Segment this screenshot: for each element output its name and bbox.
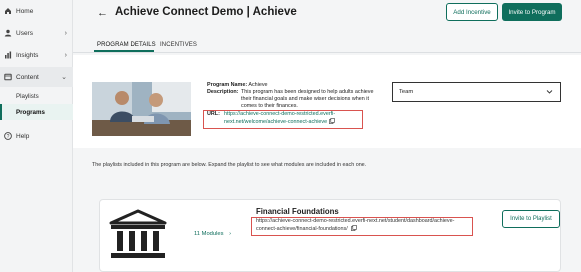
sidebar-item-users[interactable]: Users › <box>0 23 73 43</box>
playlist-url-container: https://achieve-connect-demo-restricted.… <box>256 218 470 234</box>
add-incentive-button[interactable]: Add Incentive <box>446 3 498 21</box>
sidebar-item-label: Insights <box>16 51 39 59</box>
sidebar-item-help[interactable]: ? Help <box>0 126 73 146</box>
sidebar-subitem-programs[interactable]: Programs <box>0 104 73 120</box>
sidebar-item-content[interactable]: Content ⌄ <box>0 67 73 87</box>
program-url-container: https://achieve-connect-demo-restricted.… <box>224 111 364 127</box>
insights-icon <box>4 51 12 59</box>
sidebar-item-label: Users <box>16 29 33 37</box>
bank-icon <box>107 209 169 261</box>
program-name-value: Achieve <box>248 82 268 88</box>
program-url-link[interactable]: https://achieve-connect-demo-restricted.… <box>224 111 335 125</box>
chevron-down-icon <box>546 88 553 97</box>
sidebar-item-label: Help <box>16 132 30 140</box>
program-description-label: Description: <box>207 89 239 95</box>
playlist-title: Financial Foundations <box>256 207 339 216</box>
modules-count: 11 Modules <box>194 231 224 237</box>
tab-program-details[interactable]: PROGRAM DETAILS <box>97 42 156 48</box>
home-icon <box>4 7 12 15</box>
sidebar-item-label: Home <box>16 7 34 15</box>
chevron-right-icon: › <box>64 51 67 59</box>
help-icon: ? <box>4 132 12 140</box>
copy-icon[interactable] <box>350 225 357 234</box>
divider <box>73 52 581 53</box>
program-name: Program Name: Achieve <box>207 82 268 89</box>
program-description-value: This program has been designed to help a… <box>241 89 374 109</box>
page-title: Achieve Connect Demo | Achieve <box>115 6 297 18</box>
chevron-down-icon: ⌄ <box>61 74 67 81</box>
sidebar: Home Users › Insights › Content ⌄ Playli… <box>0 0 73 272</box>
audience-select[interactable]: Team <box>392 82 561 102</box>
users-icon <box>4 29 12 37</box>
invite-to-program-button[interactable]: Invite to Program <box>502 3 562 21</box>
back-arrow-icon[interactable]: ← <box>97 7 108 19</box>
chevron-right-icon: › <box>64 29 67 37</box>
sidebar-item-label: Content <box>16 73 39 81</box>
audience-select-value: Team <box>399 89 414 95</box>
tab-incentives[interactable]: INCENTIVES <box>160 42 197 48</box>
program-url-label: URL: <box>207 111 220 117</box>
invite-to-playlist-button[interactable]: Invite to Playlist <box>502 210 560 228</box>
program-name-label: Program Name: <box>207 82 248 88</box>
sidebar-subitem-playlists[interactable]: Playlists <box>0 88 73 104</box>
sidebar-item-home[interactable]: Home <box>0 1 73 21</box>
program-photo <box>92 82 191 136</box>
modules-toggle[interactable]: 11 Modules › <box>194 231 231 237</box>
content-icon <box>4 73 12 81</box>
svg-text:?: ? <box>7 134 10 140</box>
copy-icon[interactable] <box>329 118 335 127</box>
chevron-right-icon: › <box>229 231 232 237</box>
playlists-help-text: The playlists included in this program a… <box>92 162 367 168</box>
sidebar-item-insights[interactable]: Insights › <box>0 45 73 65</box>
